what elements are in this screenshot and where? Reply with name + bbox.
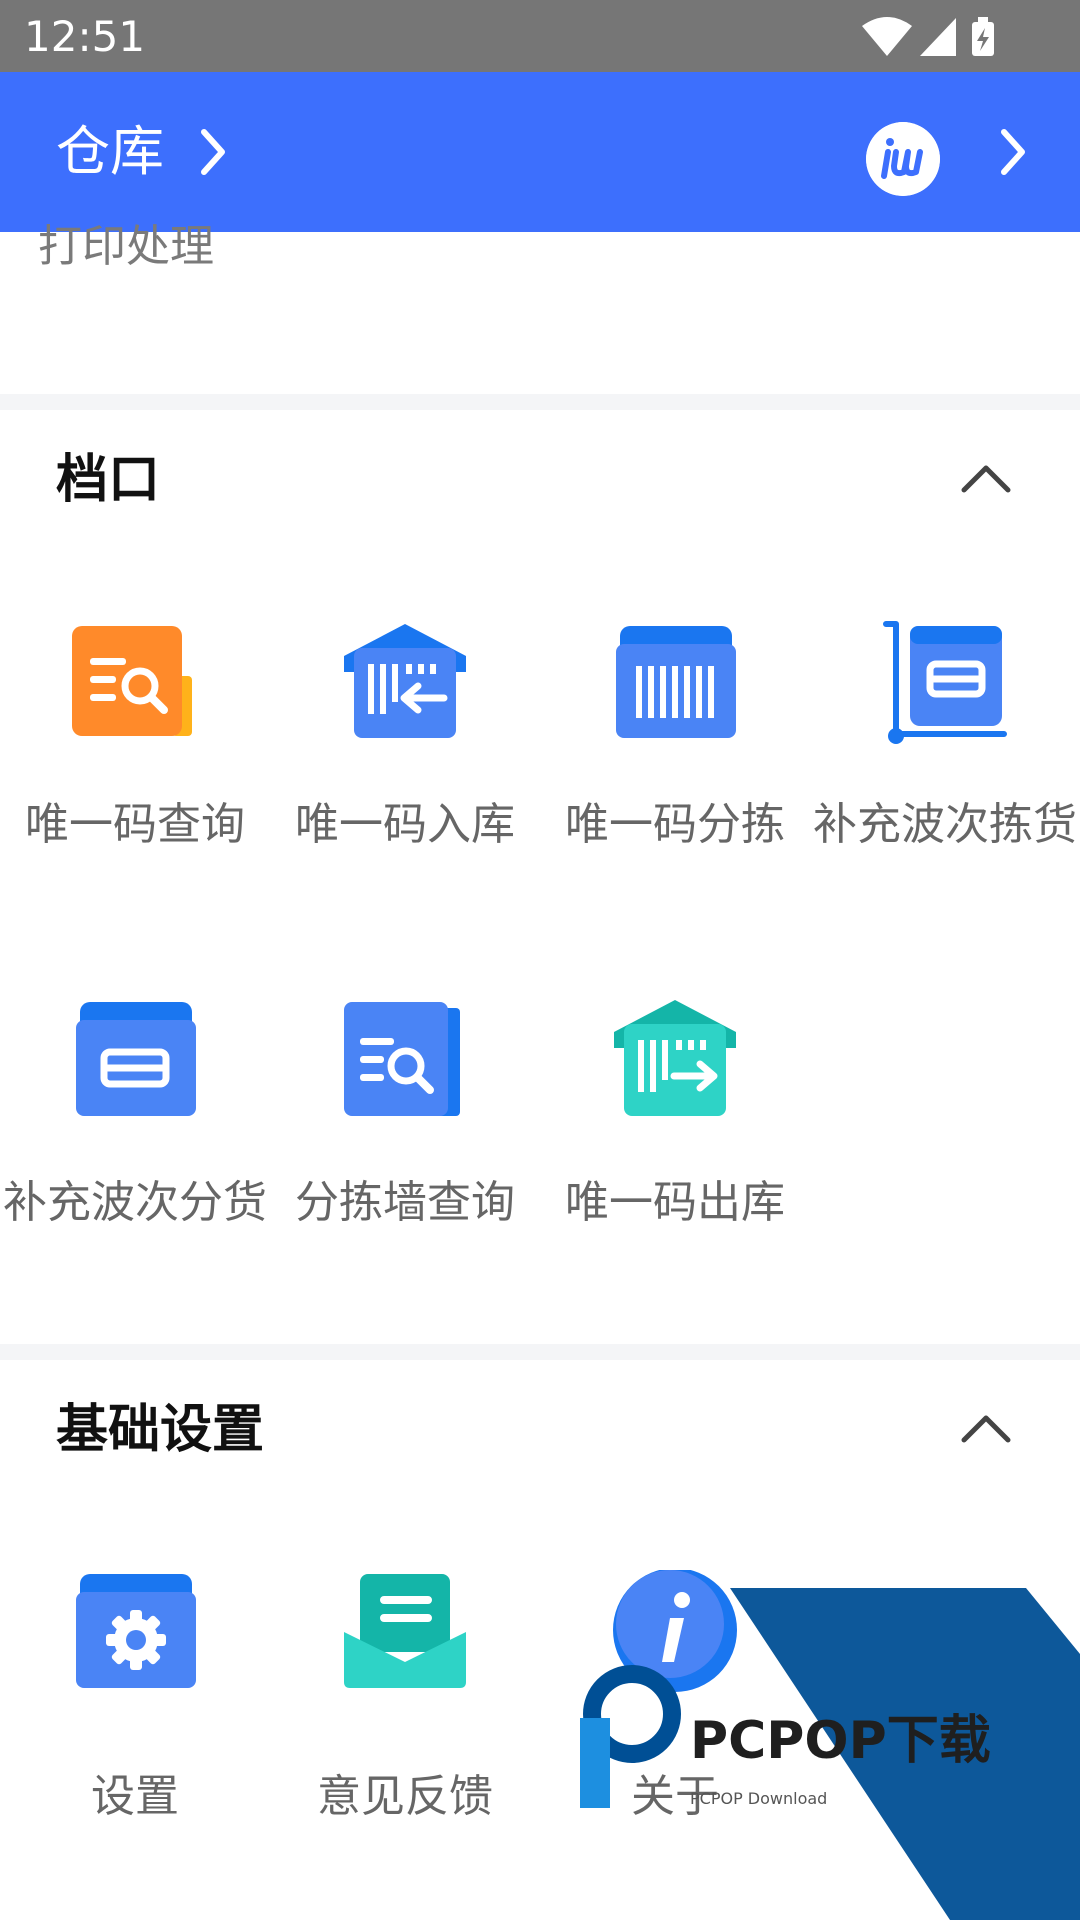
cart-picking-icon	[883, 621, 1007, 744]
unique-code-sorting-icon	[616, 626, 736, 738]
watermark-brand: PCPOP下载	[690, 1711, 991, 1771]
tile-label: 补充波次拣货	[813, 799, 1077, 850]
watermark-overlay: PCPOP下载 PCPOP Download	[580, 1588, 1080, 1920]
tile-label: 意见反馈	[317, 1771, 493, 1822]
wave-distribution-icon	[76, 1002, 196, 1116]
tile-label: 唯一码查询	[25, 799, 245, 850]
app-logo-icon[interactable]	[866, 122, 940, 196]
tile-label: 补充波次分货	[3, 1177, 267, 1228]
section-title: 档口	[56, 450, 161, 510]
chevron-right-icon[interactable]	[996, 126, 1030, 178]
feedback-envelope-icon	[344, 1574, 466, 1688]
tile-label: 唯一码分拣	[565, 799, 785, 850]
print-section: 打印处理	[0, 221, 1080, 394]
battery-icon	[972, 17, 994, 56]
warehouse-title[interactable]: 仓库	[56, 120, 164, 184]
tile-label: 唯一码出库	[565, 1177, 785, 1228]
print-processing-label[interactable]: 打印处理	[38, 220, 214, 274]
section-title: 基础设置	[56, 1400, 265, 1460]
signal-icon	[920, 18, 956, 56]
watermark-logo-icon	[580, 1665, 681, 1808]
status-bar: 12:51	[0, 0, 1080, 72]
tile-label: 唯一码入库	[295, 799, 515, 850]
chevron-right-icon[interactable]	[196, 126, 230, 178]
wifi-icon	[862, 17, 912, 56]
unique-code-query-icon	[72, 626, 192, 736]
unique-code-inbound-icon	[344, 624, 466, 738]
status-icons	[862, 17, 994, 56]
chevron-up-icon[interactable]	[960, 1412, 1012, 1444]
watermark-sub: PCPOP Download	[690, 1789, 827, 1808]
tile-label: 分拣墙查询	[295, 1177, 515, 1228]
settings-gear-icon	[76, 1574, 196, 1688]
unique-code-outbound-icon	[614, 1000, 736, 1116]
sorting-wall-query-icon	[344, 1002, 460, 1116]
chevron-up-icon[interactable]	[960, 462, 1012, 494]
dangkou-section: 档口 唯一码查询 唯一码入库 唯一码分拣 补充波次拣货 补充波次分货 分拣墙查询…	[0, 410, 1080, 1344]
status-time: 12:51	[24, 12, 146, 61]
tile-label: 设置	[91, 1771, 179, 1822]
app-bar: 仓库	[0, 72, 1080, 232]
